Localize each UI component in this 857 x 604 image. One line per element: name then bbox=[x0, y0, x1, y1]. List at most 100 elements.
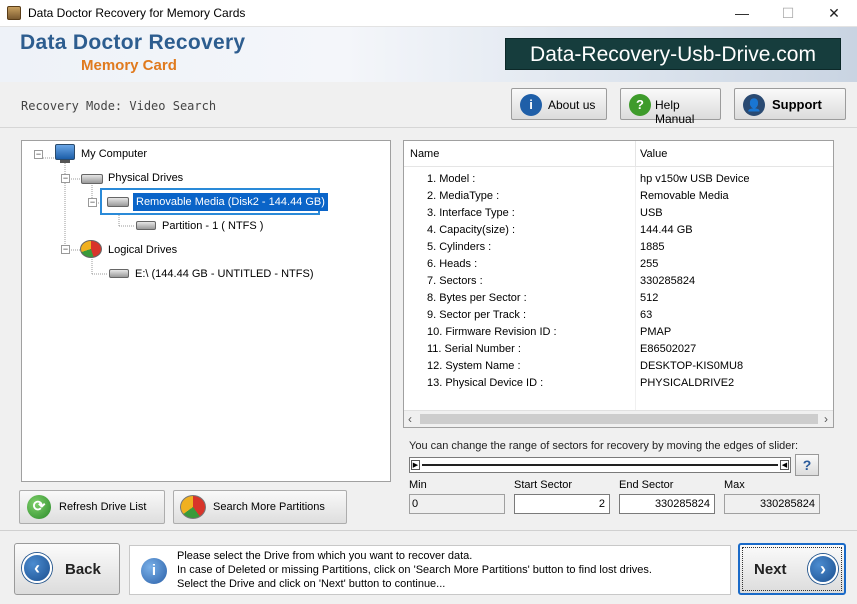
tree-item-my-computer[interactable]: My Computer bbox=[81, 145, 147, 163]
row-value-cell: 1885 bbox=[640, 241, 665, 253]
expand-toggle[interactable]: − bbox=[61, 174, 70, 183]
slider-left-handle[interactable]: ▶ bbox=[411, 460, 420, 470]
partition-icon bbox=[136, 221, 156, 230]
table-row[interactable]: 10. Firmware Revision ID : PMAP bbox=[404, 324, 833, 341]
help-manual-button[interactable]: ? Help Manual bbox=[620, 88, 721, 126]
info-icon: i bbox=[520, 94, 542, 116]
brand-title: Data Doctor Recovery bbox=[20, 31, 246, 54]
row-value-cell: DESKTOP-KIS0MU8 bbox=[640, 360, 744, 372]
table-row[interactable]: 6. Heads : 255 bbox=[404, 256, 833, 273]
row-name-cell: 12. System Name : bbox=[427, 360, 521, 372]
search-more-label: Search More Partitions bbox=[213, 501, 325, 513]
tree-item-physical-drives[interactable]: Physical Drives bbox=[108, 169, 183, 187]
tree-item-logical-drives[interactable]: Logical Drives bbox=[108, 241, 177, 259]
row-name-cell: 2. MediaType : bbox=[427, 190, 500, 202]
refresh-label: Refresh Drive List bbox=[59, 501, 147, 513]
brand-subtitle: Memory Card bbox=[81, 57, 177, 74]
info-icon: i bbox=[141, 558, 167, 584]
table-row[interactable]: 5. Cylinders : 1885 bbox=[404, 239, 833, 256]
window-title: Data Doctor Recovery for Memory Cards bbox=[28, 6, 246, 20]
table-row[interactable]: 9. Sector per Track : 63 bbox=[404, 307, 833, 324]
hard-drive-icon bbox=[81, 174, 103, 184]
search-more-partitions-button[interactable]: Search More Partitions bbox=[173, 490, 347, 524]
row-value-cell: 512 bbox=[640, 292, 659, 304]
scroll-left-icon[interactable]: ‹ bbox=[408, 412, 412, 426]
row-value-cell: PMAP bbox=[640, 326, 672, 338]
table-row[interactable]: 2. MediaType : Removable Media bbox=[404, 188, 833, 205]
end-sector-input[interactable]: 330285824 bbox=[619, 494, 715, 514]
slider-track bbox=[422, 464, 778, 466]
tree-item-removable-media[interactable]: Removable Media (Disk2 - 144.44 GB) bbox=[133, 193, 328, 211]
drive-details-grid[interactable]: Name Value 1. Model : hp v150w USB Device… bbox=[403, 140, 834, 428]
website-banner[interactable]: Data-Recovery-Usb-Drive.com bbox=[505, 38, 841, 70]
refresh-icon: ⟳ bbox=[27, 495, 51, 519]
app-icon bbox=[7, 6, 21, 20]
minimize-button[interactable]: — bbox=[719, 0, 765, 27]
column-divider bbox=[635, 141, 636, 167]
expand-toggle[interactable]: − bbox=[34, 150, 43, 159]
back-button[interactable]: ‹ Back bbox=[14, 543, 120, 595]
row-value-cell: 255 bbox=[640, 258, 659, 270]
refresh-drive-list-button[interactable]: ⟳ Refresh Drive List bbox=[19, 490, 165, 524]
row-value-cell: hp v150w USB Device bbox=[640, 173, 750, 185]
row-name-cell: 4. Capacity(size) : bbox=[427, 224, 516, 236]
toolbar: Recovery Mode: Video Search i About us ?… bbox=[0, 82, 857, 128]
row-value-cell: Removable Media bbox=[640, 190, 729, 202]
next-label: Next bbox=[754, 561, 787, 578]
table-row[interactable]: 4. Capacity(size) : 144.44 GB bbox=[404, 222, 833, 239]
next-button[interactable]: Next › bbox=[738, 543, 846, 595]
row-name-cell: 1. Model : bbox=[427, 173, 476, 185]
max-label: Max bbox=[724, 479, 745, 491]
column-header-name[interactable]: Name bbox=[410, 148, 439, 160]
slider-right-handle[interactable]: ◀ bbox=[780, 460, 789, 470]
table-row[interactable]: 13. Physical Device ID : PHYSICALDRIVE2 bbox=[404, 375, 833, 392]
row-name-cell: 10. Firmware Revision ID : bbox=[427, 326, 557, 338]
grid-header: Name Value bbox=[404, 141, 833, 167]
table-row[interactable]: 12. System Name : DESKTOP-KIS0MU8 bbox=[404, 358, 833, 375]
row-name-cell: 6. Heads : bbox=[427, 258, 478, 270]
scroll-right-icon[interactable]: › bbox=[824, 412, 828, 426]
sector-range-slider[interactable]: ▶ ◀ bbox=[409, 457, 791, 473]
logical-drive-icon bbox=[109, 269, 129, 278]
row-name-cell: 11. Serial Number : bbox=[427, 343, 521, 355]
range-help-button[interactable]: ? bbox=[795, 454, 819, 476]
app-header: Data Doctor Recovery Memory Card Data-Re… bbox=[0, 27, 857, 82]
row-name-cell: 3. Interface Type : bbox=[427, 207, 515, 219]
computer-icon bbox=[55, 144, 75, 160]
status-message-box: i Please select the Drive from which you… bbox=[129, 545, 731, 595]
tree-item-partition[interactable]: Partition - 1 ( NTFS ) bbox=[162, 217, 263, 235]
recovery-mode-label: Recovery Mode: Video Search bbox=[21, 99, 217, 113]
expand-toggle[interactable]: − bbox=[61, 245, 70, 254]
back-arrow-icon: ‹ bbox=[22, 553, 52, 583]
table-row[interactable]: 11. Serial Number : E86502027 bbox=[404, 341, 833, 358]
maximize-button[interactable]: ☐ bbox=[765, 0, 811, 27]
tree-item-logical-drive-e[interactable]: E:\ (144.44 GB - UNTITLED - NTFS) bbox=[135, 265, 313, 283]
about-us-button[interactable]: i About us bbox=[511, 88, 607, 120]
row-name-cell: 13. Physical Device ID : bbox=[427, 377, 544, 389]
table-row[interactable]: 1. Model : hp v150w USB Device bbox=[404, 171, 833, 188]
column-header-value[interactable]: Value bbox=[640, 148, 667, 160]
drive-tree[interactable]: − My Computer − Physical Drives − Remova… bbox=[21, 140, 391, 482]
table-row[interactable]: 3. Interface Type : USB bbox=[404, 205, 833, 222]
expand-toggle[interactable]: − bbox=[88, 198, 97, 207]
message-line-3: Select the Drive and click on 'Next' but… bbox=[177, 578, 446, 590]
row-value-cell: 63 bbox=[640, 309, 653, 321]
partition-search-icon bbox=[180, 495, 206, 519]
min-label: Min bbox=[409, 479, 427, 491]
close-button[interactable]: ✕ bbox=[811, 0, 857, 27]
message-line-2: In case of Deleted or missing Partitions… bbox=[177, 564, 652, 576]
row-name-cell: 7. Sectors : bbox=[427, 275, 483, 287]
table-row[interactable]: 7. Sectors : 330285824 bbox=[404, 273, 833, 290]
start-sector-input[interactable]: 2 bbox=[514, 494, 610, 514]
row-value-cell: 144.44 GB bbox=[640, 224, 693, 236]
support-person-icon: 👤 bbox=[743, 94, 765, 116]
row-name-cell: 8. Bytes per Sector : bbox=[427, 292, 527, 304]
about-us-label: About us bbox=[548, 98, 596, 112]
support-button[interactable]: 👤 Support bbox=[734, 88, 846, 120]
horizontal-scrollbar[interactable]: ‹ › bbox=[404, 410, 833, 427]
scrollbar-thumb[interactable] bbox=[420, 414, 818, 424]
sector-range-group: You can change the range of sectors for … bbox=[403, 433, 834, 523]
table-row[interactable]: 8. Bytes per Sector : 512 bbox=[404, 290, 833, 307]
row-name-cell: 9. Sector per Track : bbox=[427, 309, 527, 321]
row-value-cell: 330285824 bbox=[640, 275, 696, 287]
